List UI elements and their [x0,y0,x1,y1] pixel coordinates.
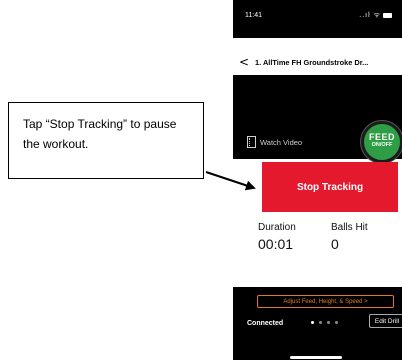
adjust-feed-button[interactable]: Adjust Feed, Height, & Speed > [257,295,394,308]
stats-panel: Duration 00:01 Balls Hit 0 [233,222,402,264]
phone-screen: 11:41 ..ıl ᯤ < 1. AllTime FH Groundstrok… [233,0,402,360]
page-indicator[interactable] [311,321,338,324]
page-dot [319,321,322,324]
film-icon [247,136,256,148]
connection-status: Connected [247,320,284,327]
feed-toggle-button[interactable]: FEED ON/OFF [361,121,402,163]
stop-tracking-button[interactable]: Stop Tracking [262,162,398,212]
status-bar: 11:41 ..ıl ᯤ [233,0,402,38]
signal-wifi-icon: ..ıl ᯤ [359,12,381,19]
battery-icon [383,12,392,18]
balls-hit-value: 0 [331,236,339,252]
chevron-left-icon[interactable]: < [233,55,255,69]
balls-hit-stat: Balls Hit 0 [331,222,368,252]
watch-video-label: Watch Video [260,137,303,147]
page-dot [327,321,330,324]
home-indicator [290,356,342,359]
page-dot [335,321,338,324]
status-time: 11:41 [245,12,262,19]
duration-stat: Duration 00:01 [258,222,296,252]
page-dot [311,321,314,324]
status-icons: ..ıl ᯤ [359,11,392,20]
watch-video-button[interactable]: Watch Video [247,136,302,148]
bottom-control-bar: Adjust Feed, Height, & Speed > Connected… [233,287,402,360]
nav-bar: < 1. AllTime FH Groundstroke Dr... [233,50,402,74]
duration-label: Duration [258,222,296,233]
duration-value: 00:01 [258,236,294,252]
balls-hit-label: Balls Hit [331,222,368,233]
feed-label: FEED [368,132,395,142]
edit-drill-button[interactable]: Edit Drill [369,314,402,328]
annotation-callout: Tap “Stop Tracking” to pause the workout… [8,102,204,179]
feed-onoff-label: ON/OFF [371,142,393,148]
drill-title: 1. AllTime FH Groundstroke Dr... [255,57,369,67]
annotation-text: Tap “Stop Tracking” to pause the workout… [23,117,177,151]
